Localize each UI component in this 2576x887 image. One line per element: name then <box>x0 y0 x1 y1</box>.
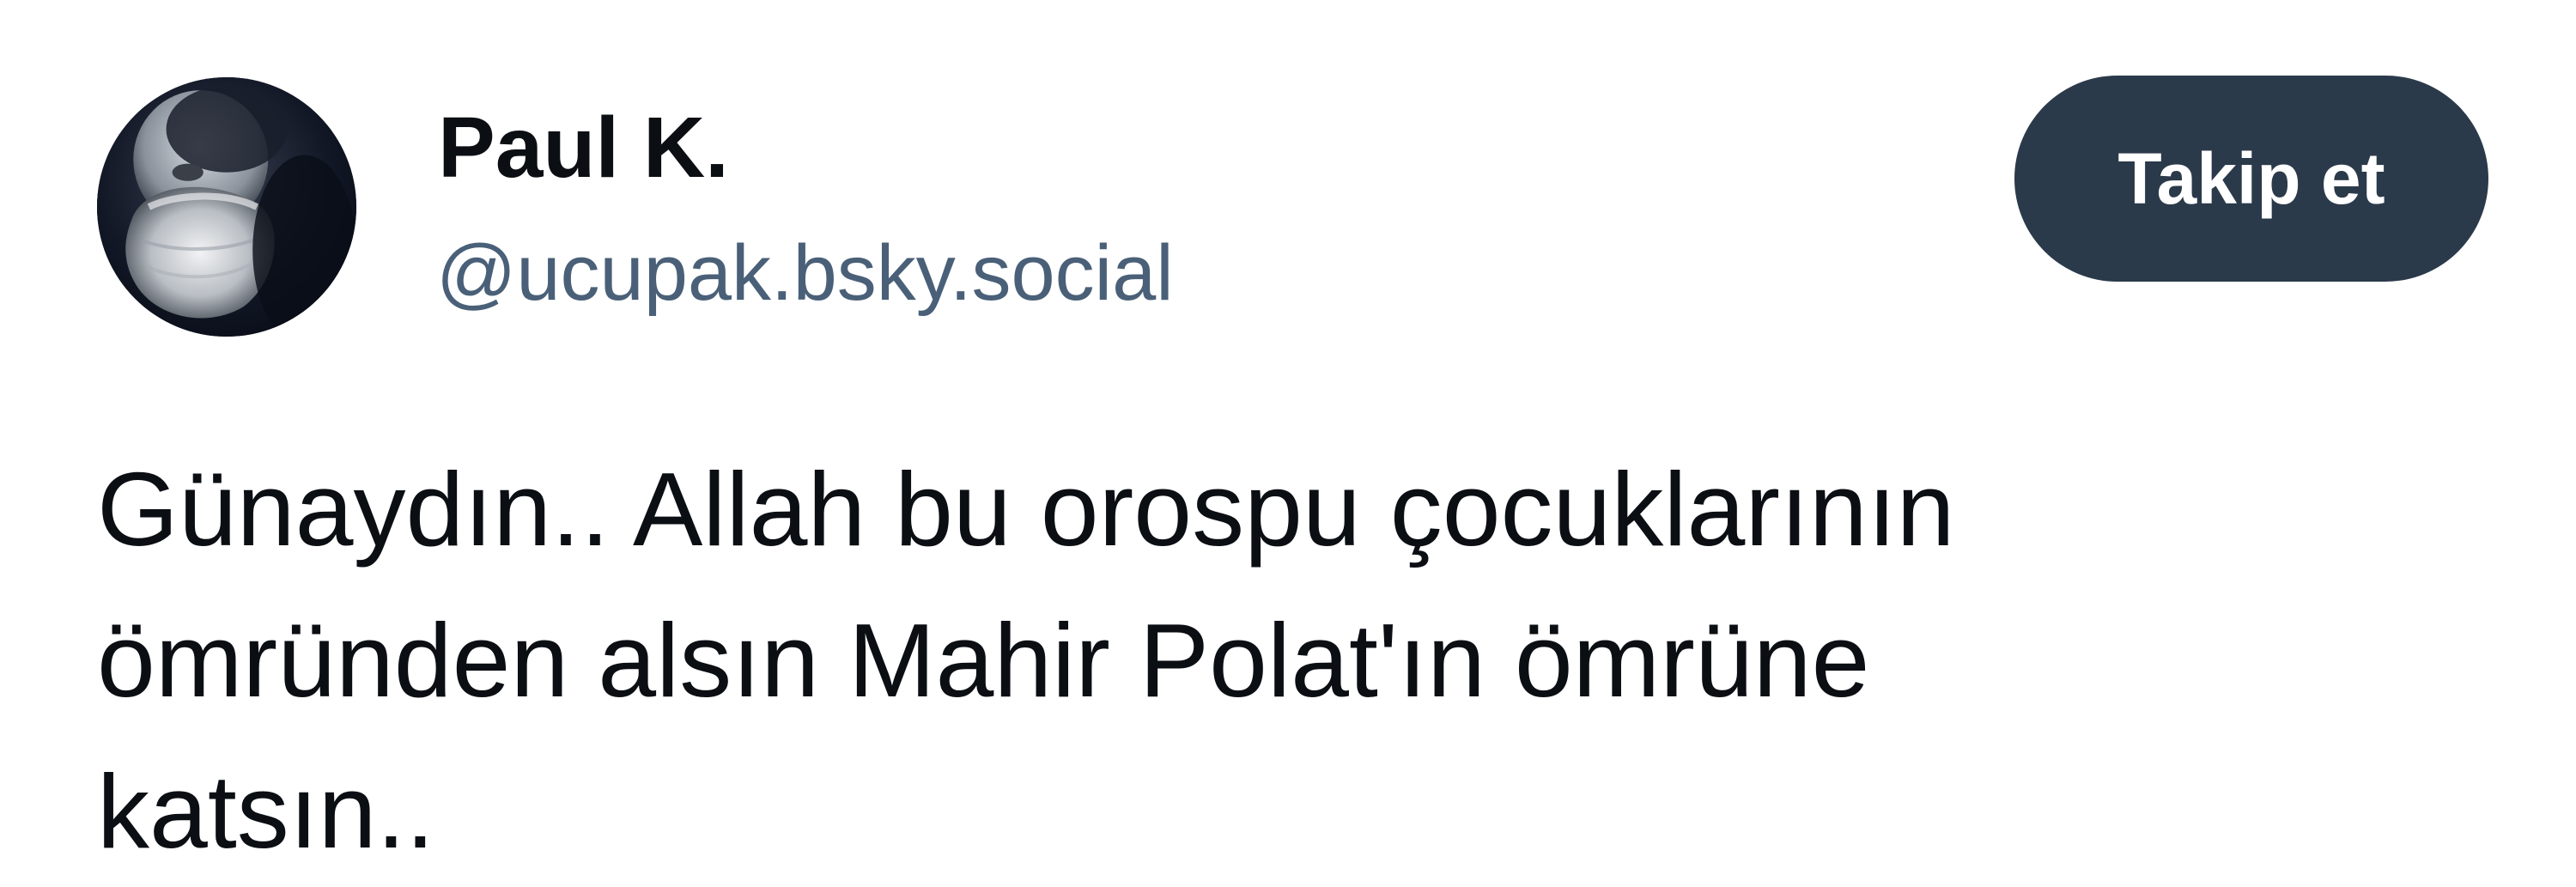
follow-button[interactable]: Takip et <box>2014 76 2488 282</box>
post-text-line: ömründen alsın Mahir Polat'ın ömrüne <box>97 602 1870 719</box>
author-display-name[interactable]: Paul K. <box>438 105 729 191</box>
avatar[interactable] <box>97 77 356 337</box>
post-text-line: Günaydın.. Allah bu orospu çocuklarının <box>97 451 1955 568</box>
bearded-man-portrait-icon <box>97 77 356 337</box>
post-text: Günaydın.. Allah bu orospu çocuklarının … <box>97 434 2501 887</box>
post-card: Paul K. @ucupak.bsky.social Takip et Gün… <box>0 0 2576 870</box>
author-handle[interactable]: @ucupak.bsky.social <box>436 234 1174 313</box>
post-text-line: katsın.. <box>97 753 435 870</box>
